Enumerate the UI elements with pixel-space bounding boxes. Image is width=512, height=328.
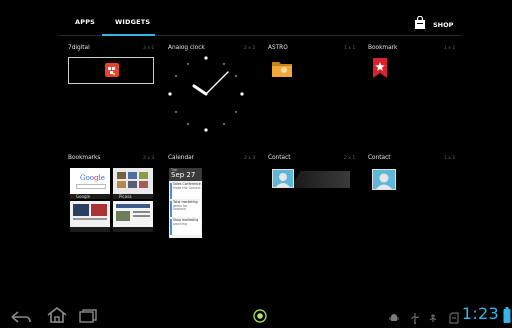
calendar-header: Tue Sep 27 bbox=[169, 168, 202, 181]
sd-card-icon[interactable] bbox=[449, 309, 459, 328]
widget-label-bookmarks: Bookmarks bbox=[68, 155, 101, 161]
widget-size-astro: 1 x 1 bbox=[344, 46, 356, 51]
astro-folder-icon[interactable] bbox=[271, 57, 293, 79]
all-apps-icon[interactable] bbox=[253, 308, 267, 327]
contact-avatar-icon bbox=[272, 169, 294, 188]
widget-label-astro: ASTRO bbox=[268, 45, 288, 51]
analog-clock-icon bbox=[168, 56, 244, 132]
tab-apps[interactable]: APPS bbox=[75, 18, 95, 26]
widget-size-contact-1x1: 1 x 1 bbox=[444, 156, 456, 161]
bookmark-caption: Picasa bbox=[113, 194, 153, 199]
home-icon[interactable] bbox=[46, 306, 68, 327]
shop-label: SHOP bbox=[433, 20, 454, 29]
calendar-event-detail: Make the Ground bbox=[173, 185, 201, 190]
battery-icon[interactable] bbox=[503, 307, 511, 327]
bookmark-thumbnail bbox=[113, 201, 153, 227]
usb-icon[interactable] bbox=[409, 309, 421, 328]
bookmark-caption: Google bbox=[70, 194, 110, 199]
widget-label-calendar: Calendar bbox=[168, 155, 195, 161]
calendar-event-detail: planning bbox=[173, 221, 187, 226]
status-clock[interactable]: 1:23 bbox=[462, 304, 499, 323]
widget-label-7digital: 7digital bbox=[68, 45, 90, 51]
back-icon[interactable] bbox=[10, 309, 32, 328]
7digital-logo-icon bbox=[105, 63, 119, 77]
calendar-event: Sales Conference Make the Ground bbox=[170, 182, 201, 199]
widget-preview-contact-2x1[interactable] bbox=[272, 169, 350, 188]
widget-label-contact-2x1: Contact bbox=[268, 155, 291, 161]
shop-button[interactable]: SHOP bbox=[413, 15, 453, 34]
bookmark-star-icon[interactable] bbox=[372, 57, 388, 79]
calendar-event: Total marketing demo for Sequoia bbox=[170, 200, 201, 217]
tab-widgets[interactable]: WIDGETS bbox=[115, 18, 150, 26]
calendar-event: Shop marketing planning bbox=[170, 218, 201, 235]
widget-size-bookmarks: 3 x 3 bbox=[143, 156, 155, 161]
widget-preview-bookmarks[interactable]: Google Google Picasa bbox=[70, 168, 154, 232]
android-notification-icon[interactable] bbox=[388, 309, 400, 328]
bookmark-caption-bar bbox=[70, 227, 110, 232]
widget-label-bookmark: Bookmark bbox=[368, 45, 398, 51]
widget-preview-analog-clock[interactable] bbox=[164, 50, 248, 134]
shopping-bag-icon bbox=[413, 15, 427, 34]
tab-active-indicator bbox=[102, 34, 155, 36]
widget-size-contact-2x1: 2 x 1 bbox=[344, 156, 356, 161]
calendar-date: Sep 27 bbox=[171, 171, 196, 179]
contact-avatar-icon[interactable] bbox=[372, 169, 396, 190]
bookmark-thumbnail bbox=[113, 168, 153, 194]
google-logo: Google bbox=[80, 174, 105, 182]
widget-size-bookmark: 1 x 1 bbox=[444, 46, 456, 51]
widget-preview-calendar[interactable]: Tue Sep 27 Sales Conference Make the Gro… bbox=[169, 168, 202, 238]
search-box bbox=[76, 184, 106, 189]
widget-size-calendar: 2 x 3 bbox=[244, 156, 256, 161]
widget-preview-7digital[interactable] bbox=[68, 57, 154, 84]
widget-size-7digital: 3 x 1 bbox=[143, 46, 155, 51]
recent-apps-icon[interactable] bbox=[78, 308, 98, 327]
calendar-event-detail: demo for Sequoia bbox=[173, 203, 188, 212]
contact-name-bar bbox=[294, 171, 350, 188]
bookmark-thumbnail bbox=[70, 201, 110, 227]
bookmark-caption-bar bbox=[113, 227, 153, 232]
widget-label-contact-1x1: Contact bbox=[368, 155, 391, 161]
bookmark-thumbnail: Google bbox=[70, 168, 110, 194]
usb-debugging-icon[interactable] bbox=[427, 309, 439, 328]
